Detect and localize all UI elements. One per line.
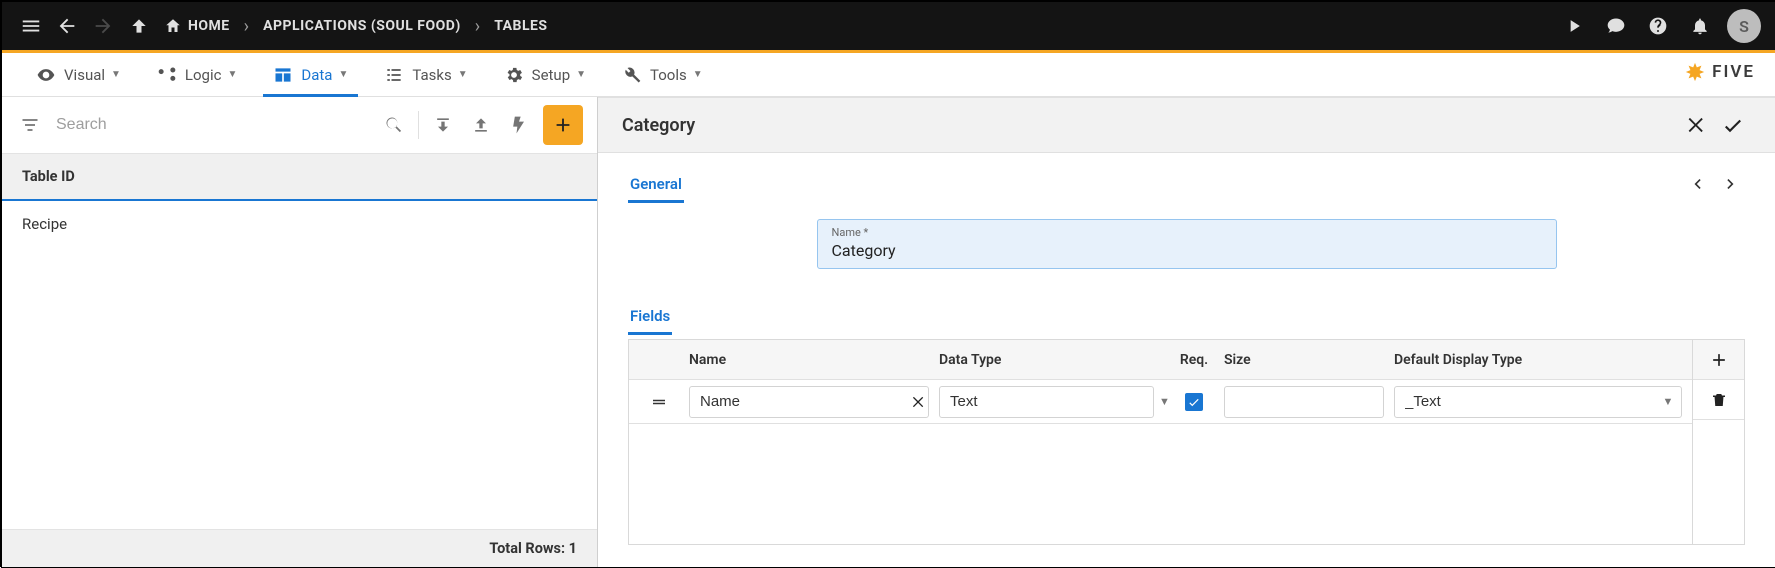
field-type-select[interactable]: ▼ xyxy=(939,386,1154,418)
tab-data[interactable]: Data▼ xyxy=(255,53,366,96)
breadcrumb-applications[interactable]: APPLICATIONS (SOUL FOOD) xyxy=(263,18,461,34)
tab-tools-label: Tools xyxy=(650,66,687,84)
filter-icon[interactable] xyxy=(16,111,44,139)
list-header: Table ID xyxy=(2,153,597,201)
list-footer: Total Rows: 1 xyxy=(2,529,597,567)
clear-icon[interactable] xyxy=(909,394,928,410)
th-req: Req. xyxy=(1164,352,1224,368)
menu-icon[interactable] xyxy=(16,11,46,41)
export-icon[interactable] xyxy=(467,111,495,139)
chevron-down-icon[interactable]: ▼ xyxy=(1655,395,1681,408)
drag-handle-icon[interactable] xyxy=(629,393,689,411)
chevron-right-icon: › xyxy=(475,16,480,37)
table-row: ▼ xyxy=(629,380,1692,424)
section-general[interactable]: General xyxy=(628,167,684,201)
tab-tasks-label: Tasks xyxy=(412,66,451,84)
tab-visual-label: Visual xyxy=(64,66,105,84)
required-checkbox[interactable] xyxy=(1185,393,1203,411)
brand-logo: FIVE xyxy=(1684,61,1755,83)
tab-tools[interactable]: Tools▼ xyxy=(604,53,721,96)
help-icon[interactable] xyxy=(1643,11,1673,41)
forward-icon xyxy=(88,11,118,41)
list-item[interactable]: Recipe xyxy=(2,201,597,247)
search-icon[interactable] xyxy=(380,111,408,139)
tab-tasks[interactable]: Tasks▼ xyxy=(366,53,485,96)
th-type: Data Type xyxy=(939,352,1164,368)
name-label: Name * xyxy=(832,226,1542,239)
tab-data-label: Data xyxy=(301,66,332,84)
page-title: Category xyxy=(622,115,695,136)
breadcrumb: HOME › APPLICATIONS (SOUL FOOD) › TABLES xyxy=(164,16,548,37)
brand-text: FIVE xyxy=(1712,62,1755,82)
name-value: Category xyxy=(832,241,1542,260)
avatar[interactable]: S xyxy=(1727,9,1761,43)
breadcrumb-home[interactable]: HOME xyxy=(164,17,230,35)
chat-icon[interactable] xyxy=(1601,11,1631,41)
field-type-text[interactable] xyxy=(940,393,1159,410)
tab-setup[interactable]: Setup▼ xyxy=(486,53,604,96)
field-size-input[interactable] xyxy=(1224,386,1384,418)
field-name-input[interactable] xyxy=(689,386,929,418)
add-field-icon[interactable] xyxy=(1693,340,1744,380)
search-input[interactable] xyxy=(56,116,368,134)
close-icon[interactable] xyxy=(1679,107,1715,143)
field-display-select[interactable]: ▼ xyxy=(1394,386,1682,418)
next-icon[interactable] xyxy=(1717,170,1745,198)
th-name: Name xyxy=(689,352,939,368)
add-button[interactable] xyxy=(543,105,583,145)
bell-icon[interactable] xyxy=(1685,11,1715,41)
tab-logic[interactable]: Logic▼ xyxy=(139,53,255,96)
field-display-text[interactable] xyxy=(1395,393,1655,410)
field-name-text[interactable] xyxy=(690,393,909,410)
import-icon[interactable] xyxy=(429,111,457,139)
breadcrumb-home-label: HOME xyxy=(188,18,230,34)
th-size: Size xyxy=(1224,352,1394,368)
up-icon[interactable] xyxy=(124,11,154,41)
play-icon[interactable] xyxy=(1559,11,1589,41)
tab-visual[interactable]: Visual▼ xyxy=(18,53,139,96)
prev-icon[interactable] xyxy=(1683,170,1711,198)
back-icon[interactable] xyxy=(52,11,82,41)
confirm-icon[interactable] xyxy=(1715,107,1751,143)
delete-field-icon[interactable] xyxy=(1693,380,1744,420)
tab-setup-label: Setup xyxy=(532,66,570,84)
th-disp: Default Display Type xyxy=(1394,352,1692,368)
breadcrumb-tables[interactable]: TABLES xyxy=(494,18,547,34)
tab-logic-label: Logic xyxy=(185,66,222,84)
section-fields[interactable]: Fields xyxy=(628,299,672,333)
chevron-right-icon: › xyxy=(244,16,249,37)
bolt-icon[interactable] xyxy=(505,111,533,139)
name-field[interactable]: Name * Category xyxy=(817,219,1557,269)
